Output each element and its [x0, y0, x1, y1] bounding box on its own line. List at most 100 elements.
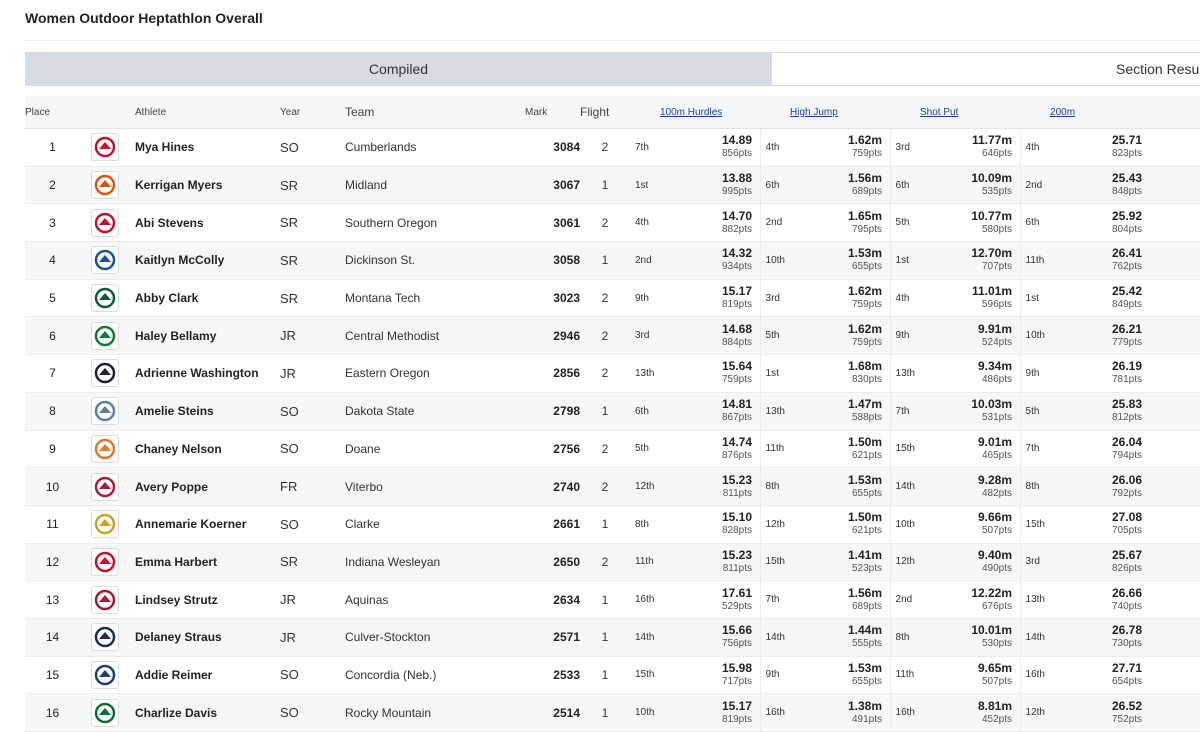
- table-row[interactable]: 5 Abby Clark SR Montana Tech 3023 2 9th 15.17 81…: [25, 279, 1200, 318]
- cell-divider: [752, 128, 761, 167]
- athlete-name[interactable]: Charlize Davis: [130, 693, 280, 732]
- athlete-name[interactable]: Delaney Straus: [130, 618, 280, 657]
- e2-result: 1.62m 759pts: [797, 316, 883, 356]
- athlete-name[interactable]: Haley Bellamy: [130, 316, 280, 356]
- e1-result: 14.68 884pts: [667, 316, 752, 356]
- e1-points: 529pts: [721, 600, 752, 612]
- link-high-jump[interactable]: High Jump: [790, 107, 838, 118]
- e1-value: 14.89: [721, 133, 752, 148]
- team-name[interactable]: Central Methodist: [345, 316, 525, 356]
- team-name[interactable]: Concordia (Neb.): [345, 656, 525, 695]
- team-name[interactable]: Montana Tech: [345, 279, 525, 318]
- team-name[interactable]: Indiana Wesleyan: [345, 543, 525, 582]
- athlete-name[interactable]: Avery Poppe: [130, 467, 280, 506]
- flight-cell: 1: [580, 505, 630, 544]
- table-row[interactable]: 7 Adrienne Washington JR Eastern Oregon 2856…: [25, 354, 1200, 393]
- athlete-name[interactable]: Adrienne Washington: [130, 354, 280, 393]
- year-cell: SO: [280, 656, 345, 695]
- cell-divider: [882, 166, 891, 205]
- table-row[interactable]: 6 Haley Bellamy JR Central Methodist 2946 2 3r…: [25, 316, 1200, 356]
- table-row[interactable]: 9 Chaney Nelson SO Doane 2756 2 5th 14.74 876pts…: [25, 430, 1200, 469]
- team-name[interactable]: Dakota State: [345, 392, 525, 431]
- e4-result: 26.19 781pts: [1057, 354, 1143, 393]
- cell-divider: [1012, 128, 1021, 167]
- row-end-spacer: [1142, 467, 1200, 506]
- e4-value: 27.71: [1112, 660, 1143, 675]
- e1-result: 15.98 717pts: [667, 656, 752, 695]
- e2-value: 1.38m: [847, 698, 883, 713]
- year-cell: JR: [280, 354, 345, 393]
- athlete-name[interactable]: Chaney Nelson: [130, 430, 280, 469]
- table-row[interactable]: 13 Lindsey Strutz JR Aquinas 2634 1 16th 17.61 5…: [25, 580, 1200, 619]
- e2-points: 588pts: [851, 412, 883, 424]
- athlete-name[interactable]: Lindsey Strutz: [130, 580, 280, 619]
- team-name[interactable]: Clarke: [345, 505, 525, 544]
- athlete-name[interactable]: Kerrigan Myers: [130, 166, 280, 205]
- e3-value: 12.22m: [971, 585, 1013, 600]
- athlete-name[interactable]: Abi Stevens: [130, 203, 280, 243]
- e2-value: 1.62m: [847, 284, 883, 299]
- athlete-name[interactable]: Kaitlyn McColly: [130, 241, 280, 280]
- athlete-name[interactable]: Amelie Steins: [130, 392, 280, 431]
- cell-divider: [882, 618, 891, 657]
- team-name[interactable]: Viterbo: [345, 467, 525, 506]
- team-name[interactable]: Midland: [345, 166, 525, 205]
- place-cell: 13: [25, 580, 80, 619]
- team-name[interactable]: Aquinas: [345, 580, 525, 619]
- e1-result: 17.61 529pts: [667, 580, 752, 619]
- team-name[interactable]: Eastern Oregon: [345, 354, 525, 393]
- tab-compiled[interactable]: Compiled: [25, 52, 772, 86]
- athlete-name[interactable]: Mya Hines: [130, 128, 280, 167]
- e3-place: 5th: [890, 203, 928, 243]
- link-shot-put[interactable]: Shot Put: [920, 107, 958, 118]
- e2-place: 5th: [760, 316, 798, 356]
- athlete-name[interactable]: Emma Harbert: [130, 543, 280, 582]
- e4-points: 823pts: [1112, 148, 1143, 160]
- table-row[interactable]: 8 Amelie Steins SO Dakota State 2798 1 6th 14.8…: [25, 392, 1200, 431]
- link-200m[interactable]: 200m: [1050, 107, 1075, 118]
- cell-divider: [1012, 166, 1021, 205]
- table-row[interactable]: 14 Delaney Straus JR Culver-Stockton 2571 1 14…: [25, 618, 1200, 657]
- athlete-name[interactable]: Annemarie Koerner: [130, 505, 280, 544]
- table-row[interactable]: 10 Avery Poppe FR Viterbo 2740 2 12th 15.23 811p…: [25, 467, 1200, 506]
- team-name[interactable]: Cumberlands: [345, 128, 525, 167]
- flight-cell: 2: [580, 430, 630, 469]
- e4-result: 26.21 779pts: [1057, 316, 1143, 356]
- team-name[interactable]: Culver-Stockton: [345, 618, 525, 657]
- table-row[interactable]: 15 Addie Reimer SO Concordia (Neb.) 2533 1 15t…: [25, 656, 1200, 695]
- e2-value: 1.56m: [847, 171, 883, 186]
- flight-cell: 2: [580, 203, 630, 243]
- table-row[interactable]: 16 Charlize Davis SO Rocky Mountain 2514 1 10t…: [25, 693, 1200, 732]
- table-row[interactable]: 1 Mya Hines SO Cumberlands 3084 2 7th 14.89 856p…: [25, 128, 1200, 167]
- e3-points: 452pts: [981, 713, 1013, 725]
- year-cell: FR: [280, 467, 345, 506]
- cell-divider: [882, 693, 891, 732]
- e3-points: 524pts: [981, 336, 1013, 348]
- e3-place: 10th: [890, 505, 928, 544]
- mark-cell: 2740: [525, 467, 580, 506]
- cell-divider: [1012, 580, 1021, 619]
- logo-cell: [80, 392, 130, 431]
- e1-result: 13.88 995pts: [667, 166, 752, 205]
- table-row[interactable]: 12 Emma Harbert SR Indiana Wesleyan 2650 2 11t…: [25, 543, 1200, 582]
- e4-value: 25.83: [1112, 397, 1143, 412]
- cell-divider: [882, 354, 891, 393]
- team-name[interactable]: Southern Oregon: [345, 203, 525, 243]
- year-cell: SO: [280, 430, 345, 469]
- team-name[interactable]: Rocky Mountain: [345, 693, 525, 732]
- athlete-name[interactable]: Addie Reimer: [130, 656, 280, 695]
- table-row[interactable]: 4 Kaitlyn McColly SR Dickinson St. 3058 1 2nd 1…: [25, 241, 1200, 280]
- team-name[interactable]: Dickinson St.: [345, 241, 525, 280]
- e4-value: 26.21: [1112, 321, 1143, 336]
- year-cell: JR: [280, 618, 345, 657]
- table-row[interactable]: 2 Kerrigan Myers SR Midland 3067 1 1st 13.88 995…: [25, 166, 1200, 205]
- header-event-shot-put: Shot Put: [890, 96, 1021, 129]
- tab-section-results[interactable]: Section Results: [772, 52, 1200, 86]
- southern-oregon-logo-icon: [91, 208, 119, 237]
- flight-cell: 2: [580, 316, 630, 356]
- team-name[interactable]: Doane: [345, 430, 525, 469]
- table-row[interactable]: 11 Annemarie Koerner SO Clarke 2661 1 8th 15.10…: [25, 505, 1200, 544]
- table-row[interactable]: 3 Abi Stevens SR Southern Oregon 3061 2 4th 14.…: [25, 203, 1200, 243]
- link-100m-hurdles[interactable]: 100m Hurdles: [660, 107, 722, 118]
- athlete-name[interactable]: Abby Clark: [130, 279, 280, 318]
